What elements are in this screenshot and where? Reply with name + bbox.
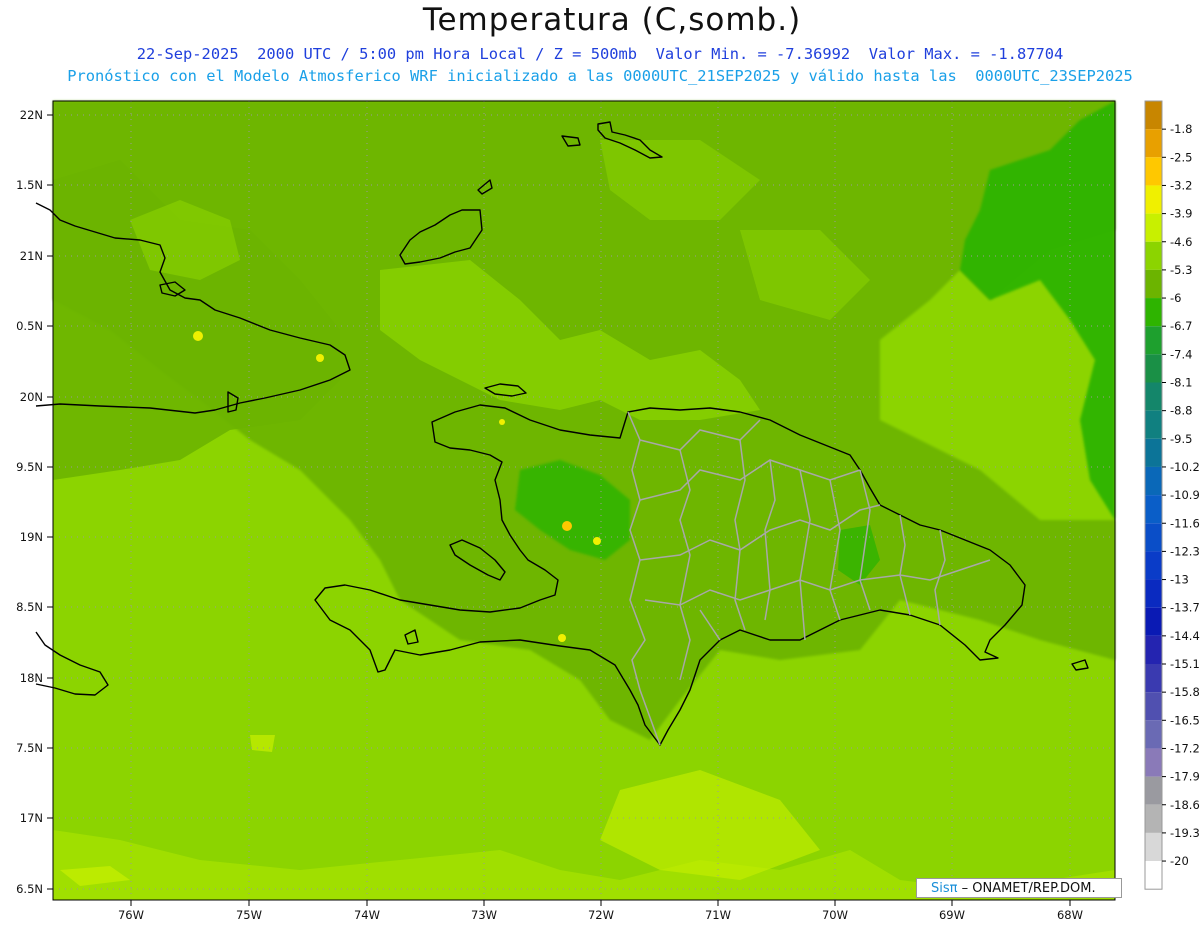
lon-label: 69W <box>939 908 965 922</box>
colorbar-swatch <box>1145 213 1162 242</box>
colorbar-swatch <box>1145 326 1162 355</box>
lon-label: 74W <box>354 908 380 922</box>
lat-label: 21N <box>20 249 43 263</box>
latitude-axis: 22N 1.5N 21N 0.5N 20N 9.5N 19N 8.5N 18N … <box>16 108 53 896</box>
colorbar-label: -15.1 <box>1170 657 1200 671</box>
colorbar-swatch <box>1145 495 1162 524</box>
lat-label: 20N <box>20 390 43 404</box>
lat-label: 22N <box>20 108 43 122</box>
colorbar-label: -8.1 <box>1170 376 1192 390</box>
colorbar-swatch <box>1145 101 1162 130</box>
colorbar-label: -2.5 <box>1170 150 1192 164</box>
colorbar-swatch <box>1145 607 1162 636</box>
longitude-axis: 76W 75W 74W 73W 72W 71W 70W 69W 68W <box>118 900 1083 922</box>
colorbar-swatch <box>1145 382 1162 411</box>
colorbar-label: -10.9 <box>1170 488 1200 502</box>
colorbar-label: -7.4 <box>1170 347 1192 361</box>
lon-label: 75W <box>236 908 262 922</box>
colorbar-swatch <box>1145 720 1162 749</box>
colorbar-label: -1.8 <box>1170 122 1192 136</box>
colorbar-label: -18.6 <box>1170 798 1200 812</box>
colorbar-label: -16.5 <box>1170 713 1200 727</box>
lon-label: 72W <box>588 908 614 922</box>
lat-label: 18N <box>20 671 43 685</box>
colorbar-swatch <box>1145 804 1162 833</box>
colorbar-swatch <box>1145 664 1162 693</box>
colorbar-label: -12.3 <box>1170 544 1200 558</box>
colorbar-swatch <box>1145 692 1162 721</box>
colorbar-swatch <box>1145 298 1162 327</box>
colorbar-label: -11.6 <box>1170 516 1200 530</box>
colorbar-label: -6 <box>1170 291 1181 305</box>
colorbar-label: -10.2 <box>1170 460 1200 474</box>
colorbar-swatch <box>1145 129 1162 158</box>
colorbar-label: -19.3 <box>1170 826 1200 840</box>
colorbar-swatch <box>1145 832 1162 862</box>
colorbar-swatch <box>1145 157 1162 186</box>
colorbar-swatch <box>1145 748 1162 777</box>
colorbar-swatch <box>1145 635 1162 664</box>
lat-label: 19N <box>20 530 43 544</box>
colorbar-label: -13.7 <box>1170 601 1200 615</box>
sispi-logo-text: Sisπ <box>931 881 958 896</box>
colorbar-swatch <box>1145 438 1162 467</box>
temperature-map: 22N 1.5N 21N 0.5N 20N 9.5N 19N 8.5N 18N … <box>16 100 1200 922</box>
colorbar-swatch <box>1145 185 1162 214</box>
lon-label: 71W <box>705 908 731 922</box>
colorbar-label: -20 <box>1170 854 1189 868</box>
lat-label: 17N <box>20 811 43 825</box>
temperature-field <box>53 101 1115 900</box>
lat-label: 9.5N <box>16 460 43 474</box>
colorbar-label: -9.5 <box>1170 432 1192 446</box>
colorbar-swatch <box>1145 551 1162 580</box>
colorbar-label: -4.6 <box>1170 235 1192 249</box>
lat-label: 1.5N <box>16 178 43 192</box>
colorbar-swatch <box>1145 410 1162 439</box>
lon-label: 70W <box>822 908 848 922</box>
colorbar-swatch <box>1145 269 1162 299</box>
colorbar-label: -3.2 <box>1170 178 1192 192</box>
colorbar-label: -5.3 <box>1170 263 1192 277</box>
credit-text: – ONAMET/REP.DOM. <box>957 881 1096 896</box>
colorbar-label: -17.9 <box>1170 770 1200 784</box>
colorbar-swatch <box>1145 241 1162 270</box>
colorbar-swatch <box>1145 466 1162 496</box>
colorbar-swatch <box>1145 776 1162 805</box>
lat-label: 8.5N <box>16 600 43 614</box>
lon-label: 76W <box>118 908 144 922</box>
colorbar-swatch <box>1145 861 1162 890</box>
colorbar-label: -3.9 <box>1170 207 1192 221</box>
credit-box: Sisπ – ONAMET/REP.DOM. <box>916 878 1122 898</box>
lat-label: 6.5N <box>16 882 43 896</box>
lon-label: 68W <box>1057 908 1083 922</box>
colorbar-label: -15.8 <box>1170 685 1200 699</box>
lon-label: 73W <box>471 908 497 922</box>
colorbar-swatch <box>1145 523 1162 552</box>
colorbar-label: -14.4 <box>1170 629 1200 643</box>
colorbar-swatch <box>1145 579 1162 608</box>
colorbar-label: -8.8 <box>1170 404 1192 418</box>
lat-label: 0.5N <box>16 319 43 333</box>
colorbar-swatch <box>1145 354 1162 383</box>
colorbar-label: -17.2 <box>1170 741 1200 755</box>
lat-label: 7.5N <box>16 741 43 755</box>
colorbar-label: -6.7 <box>1170 319 1192 333</box>
colorbar-label: -13 <box>1170 573 1189 587</box>
colorbar: -1.8 -2.5 -3.2 -3.9 -4.6 -5.3 -6 -6.7 -7.4 -8.1 -8… <box>1144 100 1200 890</box>
